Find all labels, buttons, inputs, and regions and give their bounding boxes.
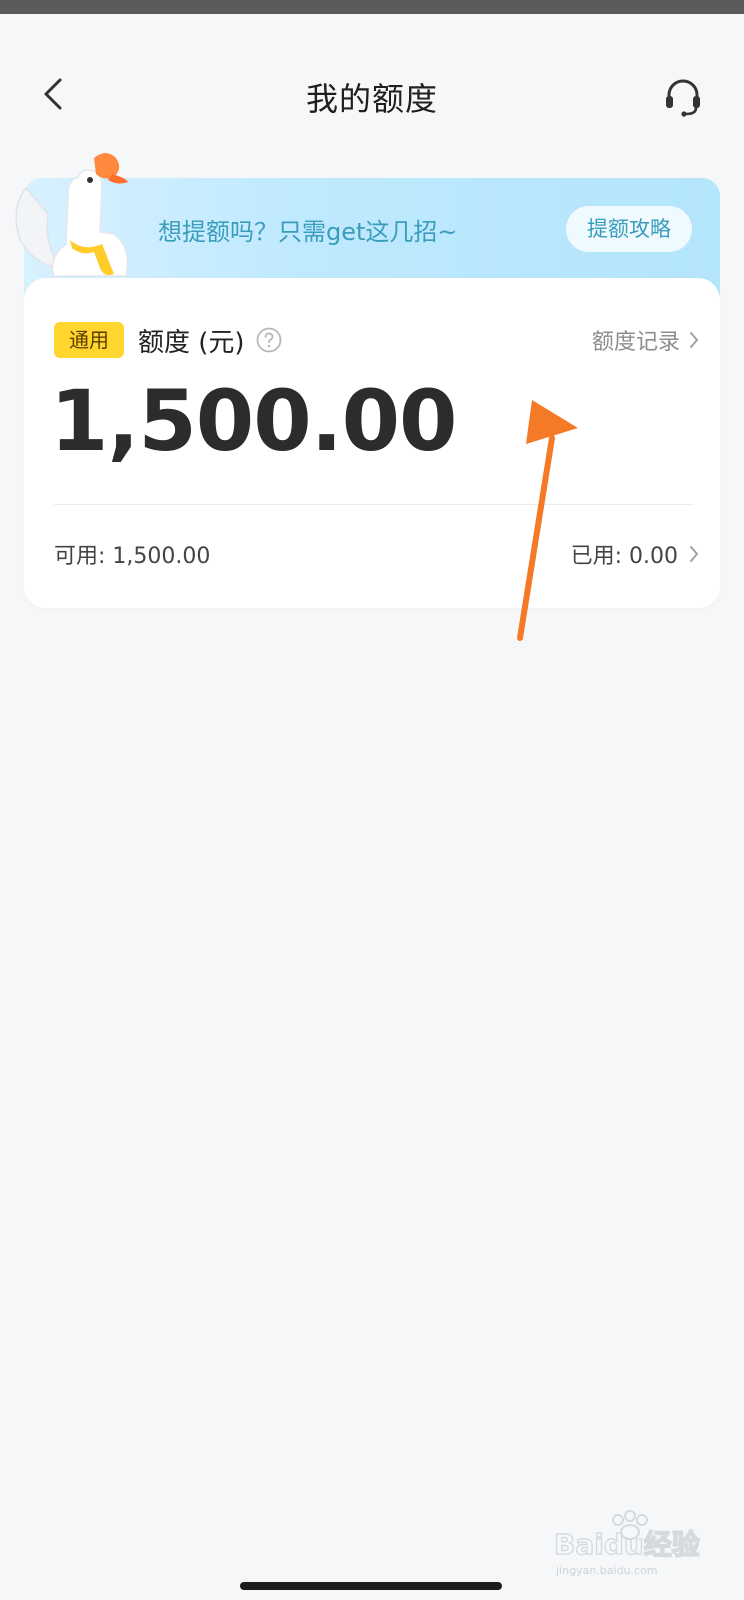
chevron-right-icon (690, 546, 698, 562)
quota-record-link[interactable]: 额度记录 (592, 324, 700, 356)
quota-label: 额度 (元) (138, 328, 245, 358)
goose-mascot-illustration (15, 153, 129, 277)
page-title: 我的额度 (305, 80, 438, 118)
quota-record-label: 额度记录 (591, 330, 680, 355)
quota-amount: 1,500.00 (50, 372, 458, 470)
available-amount: 可用: 1,500.00 (54, 544, 211, 569)
promo-text: 想提额吗？只需get这几招~ (158, 218, 458, 246)
baidu-jingyan-watermark: Baidu经验 jingyan.baidu.com (554, 1510, 701, 1577)
customer-service-button[interactable] (662, 76, 704, 118)
watermark-text: Baidu经验 (554, 1528, 700, 1561)
raise-limit-guide-button[interactable]: 提额攻略 (566, 206, 692, 252)
status-bar (0, 0, 744, 14)
home-indicator[interactable] (240, 1582, 502, 1590)
page-header: 我的额度 (0, 60, 744, 130)
watermark-subtext: jingyan.baidu.com (555, 1564, 658, 1577)
chevron-right-icon (690, 332, 698, 348)
general-badge: 通用 (54, 322, 124, 358)
headset-icon (666, 79, 700, 117)
annotation-arrow-icon (517, 400, 578, 641)
help-icon[interactable] (256, 327, 282, 353)
